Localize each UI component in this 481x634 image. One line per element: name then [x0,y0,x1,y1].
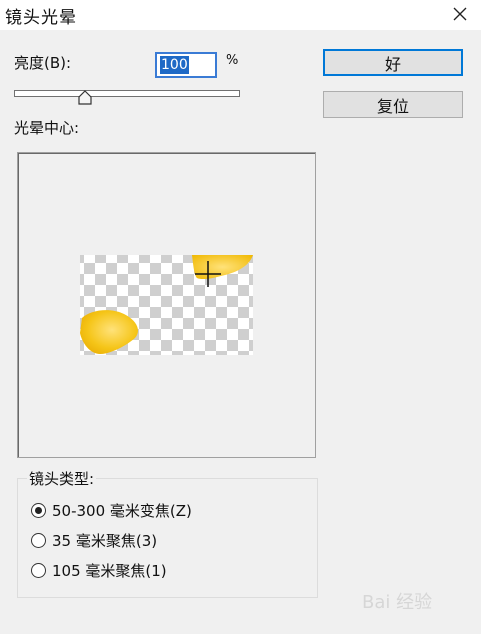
window-title: 镜头光晕 [5,8,77,28]
title-bar: 镜头光晕 [0,0,481,30]
reset-button[interactable]: 复位 [323,91,463,118]
close-icon [453,7,467,21]
lens-option-50-300[interactable]: 50-300 毫米变焦(Z) [31,498,192,522]
ok-button[interactable]: 好 [323,49,463,76]
lens-option-label: 35 毫米聚焦(3) [52,531,158,550]
percent-unit: % [226,53,239,68]
brightness-slider[interactable] [14,90,240,97]
lens-type-label: 镜头类型: [27,468,97,489]
lens-option-label: 50-300 毫米变焦(Z) [52,501,192,520]
lens-option-105[interactable]: 105 毫米聚焦(1) [31,558,167,582]
flare-center-preview[interactable] [17,152,316,458]
flare-center-label: 光晕中心: [14,119,80,137]
brightness-value: 100 [160,56,189,74]
close-button[interactable] [440,0,480,28]
image-thumbnail [80,255,253,355]
radio-button[interactable] [31,532,46,548]
watermark-logo: Bai 经验 [362,592,433,613]
lens-option-35[interactable]: 35 毫米聚焦(3) [31,528,157,552]
preview-canvas[interactable] [18,153,315,457]
lens-option-label: 105 毫米聚焦(1) [52,561,167,580]
radio-button[interactable] [31,562,46,578]
slider-thumb-icon[interactable] [77,90,93,106]
brightness-input[interactable]: 100 [155,52,217,78]
radio-button-checked[interactable] [31,502,46,518]
brightness-label: 亮度(B): [14,54,72,72]
